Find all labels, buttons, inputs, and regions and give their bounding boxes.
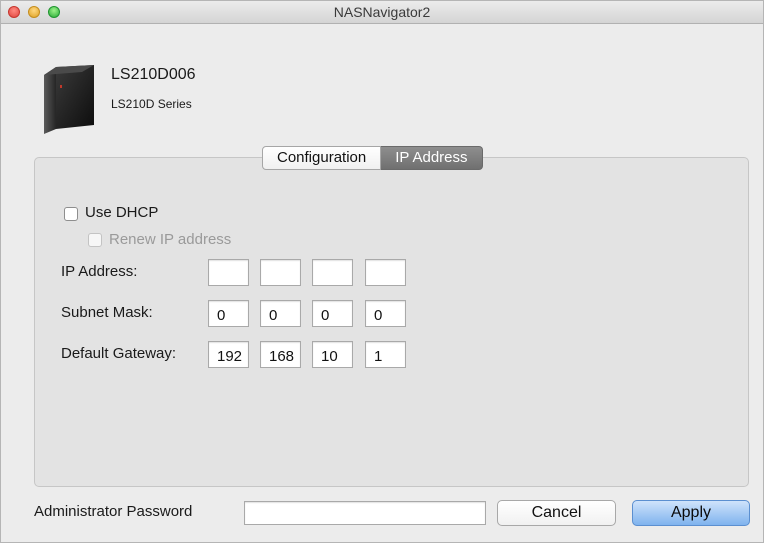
title-bar: NASNavigator2 (1, 1, 763, 24)
ip-address-octet-1[interactable] (208, 259, 249, 286)
apply-button[interactable]: Apply (632, 500, 750, 526)
ip-address-octet-4[interactable] (365, 259, 406, 286)
nasnavigator-window: NASNavigator2 LS210D006 LS210D Series Co… (0, 0, 764, 543)
use-dhcp-label[interactable]: Use DHCP (85, 204, 158, 221)
device-series: LS210D Series (111, 97, 192, 111)
subnet-mask-octet-2[interactable] (260, 300, 301, 327)
subnet-mask-octet-4[interactable] (365, 300, 406, 327)
window-title: NASNavigator2 (333, 4, 431, 20)
tab-ip-address[interactable]: IP Address (381, 146, 483, 170)
ip-address-label: IP Address: (61, 263, 138, 280)
ip-address-octet-2[interactable] (260, 259, 301, 286)
use-dhcp-checkbox[interactable] (64, 207, 78, 221)
default-gateway-octet-2[interactable] (260, 341, 301, 368)
tab-bar: Configuration IP Address (262, 146, 483, 170)
nas-device-icon (44, 65, 94, 134)
subnet-mask-octet-1[interactable] (208, 300, 249, 327)
default-gateway-label: Default Gateway: (61, 345, 177, 362)
renew-ip-label: Renew IP address (109, 231, 232, 248)
tab-configuration[interactable]: Configuration (262, 146, 382, 170)
default-gateway-octet-4[interactable] (365, 341, 406, 368)
administrator-password-label: Administrator Password (34, 503, 193, 520)
administrator-password-input[interactable] (244, 501, 486, 525)
renew-ip-checkbox (88, 233, 102, 247)
subnet-mask-octet-3[interactable] (312, 300, 353, 327)
device-name: LS210D006 (111, 66, 196, 83)
default-gateway-octet-3[interactable] (312, 341, 353, 368)
ip-address-octet-3[interactable] (312, 259, 353, 286)
default-gateway-octet-1[interactable] (208, 341, 249, 368)
subnet-mask-label: Subnet Mask: (61, 304, 153, 321)
cancel-button[interactable]: Cancel (497, 500, 616, 526)
